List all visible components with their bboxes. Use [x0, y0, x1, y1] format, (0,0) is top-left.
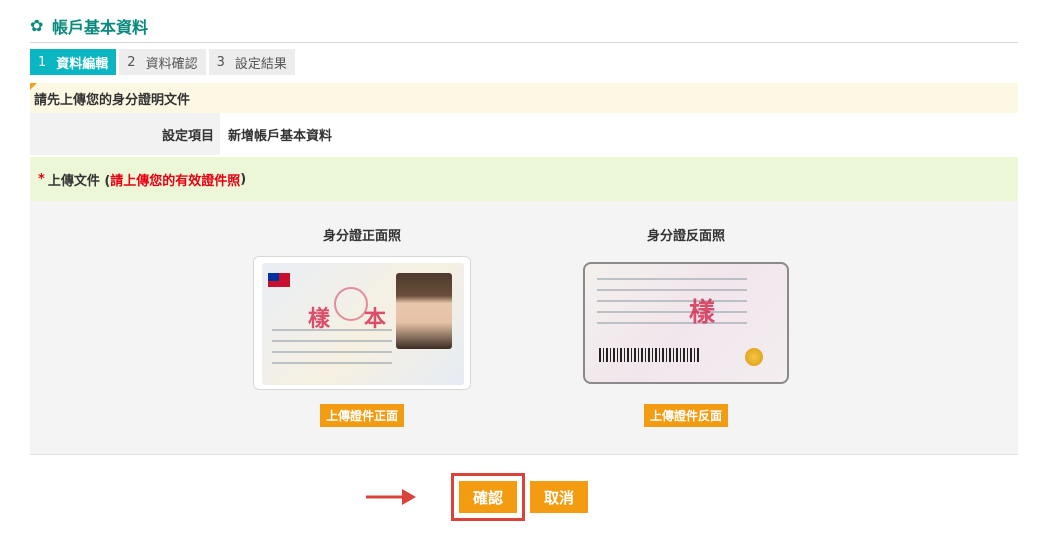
- id-front-sample: 樣 本: [262, 263, 464, 385]
- flag-icon: [268, 273, 290, 287]
- notice-text: 請先上傳您的身分證明文件: [34, 92, 191, 108]
- seal-icon: [334, 287, 368, 321]
- id-text-lines: [272, 329, 392, 379]
- step-indicator: 1 資料編輯 2 資料確認 3 設定結果: [30, 49, 298, 75]
- barcode: [599, 348, 699, 362]
- page-title: 帳戶基本資料: [52, 18, 149, 37]
- confirm-button[interactable]: 確認: [459, 481, 517, 513]
- upload-section-header: * 上傳文件 ( 請上傳您的有效證件照 ): [30, 157, 1018, 201]
- step-number: 2: [127, 54, 136, 70]
- upload-label-close: ): [240, 171, 247, 187]
- gear-icon: ✿: [30, 16, 44, 35]
- step-number: 3: [216, 54, 225, 70]
- id-back-sample: [583, 262, 789, 384]
- id-back-block: 身分證反面照 上傳證件反面: [576, 225, 796, 427]
- id-back-caption: 身分證反面照: [646, 229, 725, 244]
- id-front-image: 樣 本: [253, 256, 471, 390]
- upload-hint: 請上傳您的有效證件照: [110, 173, 241, 189]
- step-label: 資料確認: [145, 56, 198, 72]
- id-photo: [396, 273, 452, 349]
- step-label: 資料編輯: [56, 56, 109, 72]
- upload-front-button[interactable]: 上傳證件正面: [319, 404, 404, 427]
- page-header: ✿ 帳戶基本資料: [30, 10, 1018, 43]
- upload-area: 身分證正面照 樣 本 上傳證件正面 身分證反面照 上傳證件反面: [30, 201, 1018, 455]
- notice-banner: 請先上傳您的身分證明文件: [30, 83, 1018, 113]
- step-number: 1: [38, 54, 47, 70]
- step-3: 3 設定結果: [208, 49, 295, 75]
- setting-value: 新增帳戶基本資料: [228, 128, 333, 144]
- step-1: 1 資料編輯: [30, 49, 117, 75]
- confirm-highlight: 確認: [451, 473, 525, 521]
- setting-label: 設定項目: [30, 113, 220, 155]
- id-back-image: [577, 256, 795, 390]
- step-2: 2 資料確認: [119, 49, 206, 75]
- cancel-button[interactable]: 取消: [530, 481, 588, 513]
- sample-mark: [671, 292, 715, 329]
- setting-row: 設定項目 新增帳戶基本資料: [30, 113, 1018, 155]
- hologram-icon: [745, 348, 763, 366]
- arrow-icon: [366, 489, 416, 505]
- upload-label: 上傳文件 (: [47, 173, 111, 189]
- id-front-caption: 身分證正面照: [322, 229, 401, 244]
- upload-back-button[interactable]: 上傳證件反面: [643, 404, 728, 427]
- id-front-block: 身分證正面照 樣 本 上傳證件正面: [252, 225, 472, 427]
- step-label: 設定結果: [234, 56, 287, 72]
- required-star: *: [38, 171, 45, 187]
